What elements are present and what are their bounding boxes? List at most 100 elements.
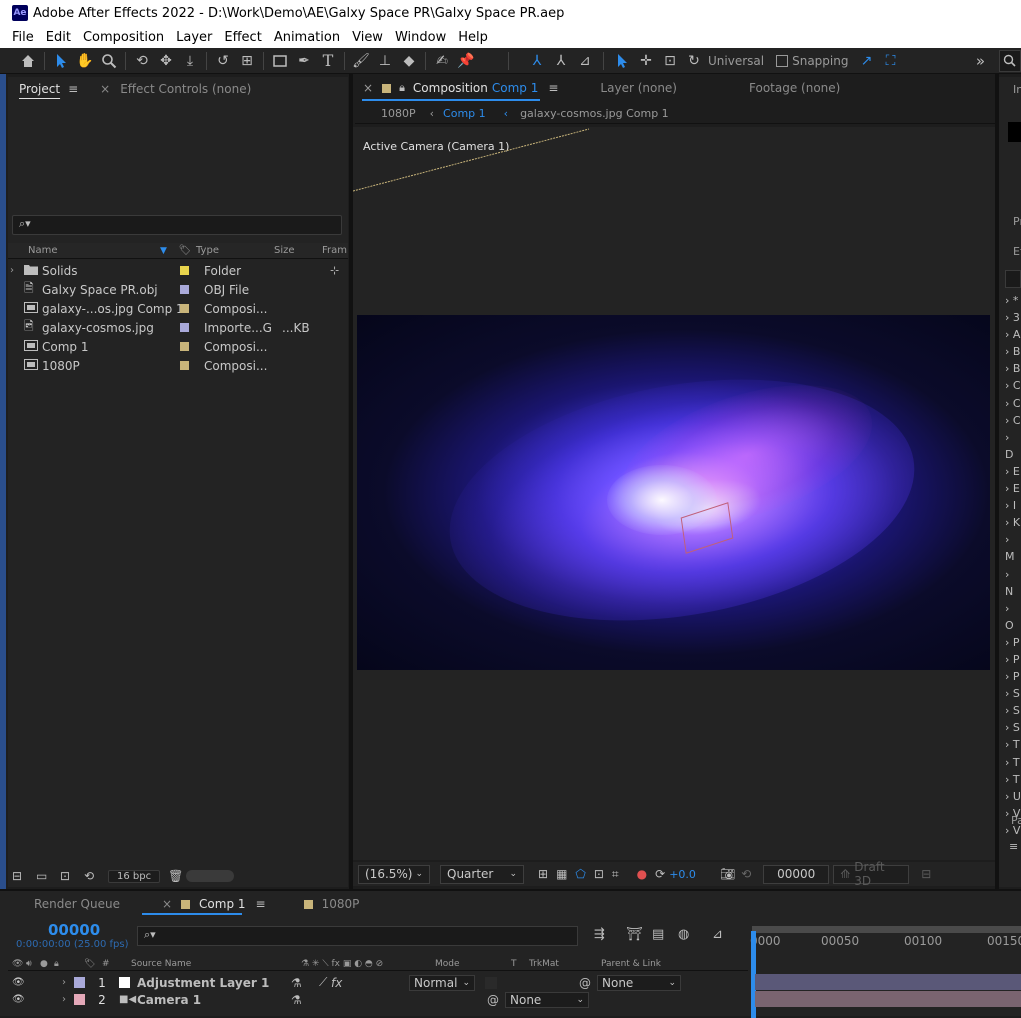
effect-category[interactable]: › E: [1005, 480, 1021, 497]
layer-row-adjustment[interactable]: 👁︎ › 1 Adjustment Layer 1 ⚗ ⟋ fx Normal ⌄…: [8, 974, 748, 991]
trash-icon[interactable]: 🗑: [168, 869, 186, 883]
effect-category[interactable]: › I: [1005, 497, 1021, 514]
lock-icon[interactable]: 🔒︎: [54, 959, 84, 969]
grid-guides-icon[interactable]: ⌗: [612, 867, 619, 882]
project-item-1080p[interactable]: 1080P Composi...: [8, 356, 348, 375]
snap-features-icon[interactable]: ⛶: [878, 50, 902, 72]
effect-category[interactable]: › E: [1005, 463, 1021, 480]
exposure-value[interactable]: +0.0: [669, 868, 696, 881]
column-source-name[interactable]: Source Name: [131, 959, 301, 969]
shy-switch-icon[interactable]: ⚗: [291, 976, 319, 990]
effect-category[interactable]: › 3: [1005, 309, 1021, 326]
select-3d-tool-icon[interactable]: [610, 50, 634, 72]
axis-mode-label[interactable]: Universal: [708, 54, 764, 68]
tab-footage[interactable]: Footage (none): [749, 81, 840, 95]
project-search-input[interactable]: ⌕▾: [12, 215, 342, 235]
galaxy-render-image[interactable]: [357, 315, 990, 670]
menu-file[interactable]: File: [0, 30, 40, 45]
layer-label-swatch[interactable]: [74, 977, 85, 988]
snapping-label[interactable]: Snapping: [792, 54, 848, 68]
move-3d-tool-icon[interactable]: ✛: [634, 50, 658, 72]
blend-mode-dropdown[interactable]: Normal ⌄: [409, 974, 475, 991]
zoom-tool-icon[interactable]: [97, 50, 121, 72]
shy-switch-icon[interactable]: ⚗: [291, 993, 487, 1007]
brush-tool-icon[interactable]: 🖌: [349, 50, 373, 72]
tab-layer[interactable]: Layer (none): [600, 81, 677, 95]
region-of-interest-icon[interactable]: ⊡: [594, 867, 604, 881]
preview-panel-tab[interactable]: Pr: [1013, 215, 1021, 228]
transparency-grid-icon[interactable]: ▦: [556, 867, 567, 881]
label-swatch[interactable]: [180, 266, 189, 275]
tab-menu-icon[interactable]: ≡: [68, 82, 78, 96]
menu-composition[interactable]: Composition: [77, 30, 170, 45]
layer-label-swatch[interactable]: [74, 994, 85, 1005]
channel-icon[interactable]: ●: [637, 867, 647, 881]
menu-animation[interactable]: Animation: [268, 30, 346, 45]
pen-tool-icon[interactable]: ✒: [292, 50, 316, 72]
adjust-settings-icon[interactable]: ⟲: [84, 869, 108, 883]
fx-switch[interactable]: fx: [331, 976, 409, 990]
info-panel-tab[interactable]: In: [1013, 83, 1021, 96]
expand-arrow-icon[interactable]: ›: [62, 977, 74, 988]
effect-category[interactable]: › S: [1005, 685, 1021, 702]
effect-category[interactable]: › S: [1005, 702, 1021, 719]
effect-category[interactable]: › P: [1005, 634, 1021, 651]
layer-track-camera[interactable]: [755, 991, 1021, 1007]
menu-view[interactable]: View: [346, 30, 389, 45]
trkmat-box[interactable]: [485, 976, 497, 989]
reset-exposure-icon[interactable]: ⟳: [655, 867, 665, 881]
interpret-footage-icon[interactable]: ⊟: [12, 869, 36, 883]
fast-previews-icon[interactable]: ⊞: [538, 867, 548, 881]
local-axis-icon[interactable]: ⅄: [525, 50, 549, 72]
orbit-camera-icon[interactable]: ⟲: [130, 50, 154, 72]
flowchart-icon[interactable]: ⊹: [330, 264, 339, 277]
quality-switch-icon[interactable]: ⟋: [319, 975, 331, 990]
project-item-galaxy-jpg[interactable]: 🖻 galaxy-cosmos.jpg Importe...G ...KB: [8, 318, 348, 337]
effect-category[interactable]: › T: [1005, 736, 1021, 753]
world-axis-icon[interactable]: ⅄: [549, 50, 573, 72]
expand-arrow-icon[interactable]: ›: [10, 265, 24, 276]
label-swatch[interactable]: [180, 342, 189, 351]
pan-camera-icon[interactable]: ✥: [154, 50, 178, 72]
effect-category[interactable]: › C: [1005, 377, 1021, 394]
puppet-pin-tool-icon[interactable]: 📌: [454, 50, 478, 72]
draft-3d-toggle-icon[interactable]: ⛩: [626, 927, 652, 942]
layer-row-camera[interactable]: 👁︎ › 2 ■◀ Camera 1 ⚗ @ None ⌄: [8, 991, 748, 1008]
zoom-dropdown[interactable]: (16.5%) ⌄: [358, 864, 430, 884]
close-icon[interactable]: ×: [162, 897, 172, 911]
project-item-solids[interactable]: › Solids Folder ⊹: [8, 261, 348, 280]
eye-icon[interactable]: 👁︎: [12, 977, 50, 988]
menu-help[interactable]: Help: [452, 30, 494, 45]
pickwhip-icon[interactable]: @: [487, 993, 505, 1007]
composition-mini-flowchart-icon[interactable]: ⇶: [594, 927, 626, 942]
show-snapshot-icon[interactable]: ⟲: [741, 867, 751, 881]
effect-category[interactable]: › U: [1005, 788, 1021, 805]
layer-name[interactable]: Camera 1: [137, 993, 291, 1007]
new-folder-icon[interactable]: ▭: [36, 869, 60, 883]
tab-menu-icon[interactable]: ≡: [256, 897, 266, 911]
breadcrumb-galaxy-comp[interactable]: galaxy-cosmos.jpg Comp 1: [520, 107, 669, 120]
type-tool-icon[interactable]: T: [316, 50, 340, 72]
column-size[interactable]: Size: [274, 245, 322, 256]
tab-effect-controls[interactable]: Effect Controls (none): [120, 82, 251, 96]
mask-visibility-icon[interactable]: ⬠: [575, 867, 585, 881]
tab-1080p[interactable]: 1080P: [322, 897, 360, 911]
tab-comp1[interactable]: Comp 1: [199, 897, 245, 911]
hand-tool-icon[interactable]: ✋: [73, 50, 97, 72]
work-area-bar[interactable]: [752, 926, 1021, 933]
column-name[interactable]: Name: [28, 245, 160, 256]
column-trkmat[interactable]: TrkMat: [529, 959, 601, 969]
column-parent-link[interactable]: Parent & Link: [601, 959, 661, 969]
label-swatch[interactable]: [180, 285, 189, 294]
anchor-point-tool-icon[interactable]: ⊞: [235, 50, 259, 72]
effect-category[interactable]: › T: [1005, 771, 1021, 788]
effect-category[interactable]: › B: [1005, 343, 1021, 360]
current-time-field[interactable]: 00000: [763, 864, 830, 884]
project-scrollbar[interactable]: [186, 870, 235, 882]
rotate-3d-tool-icon[interactable]: ↻: [682, 50, 706, 72]
expand-arrow-icon[interactable]: ›: [62, 994, 74, 1005]
label-tag-icon[interactable]: 🏷: [174, 245, 196, 256]
parent-dropdown[interactable]: None ⌄: [505, 991, 589, 1008]
label-swatch[interactable]: [180, 361, 189, 370]
tab-menu-icon[interactable]: ≡: [548, 81, 558, 95]
